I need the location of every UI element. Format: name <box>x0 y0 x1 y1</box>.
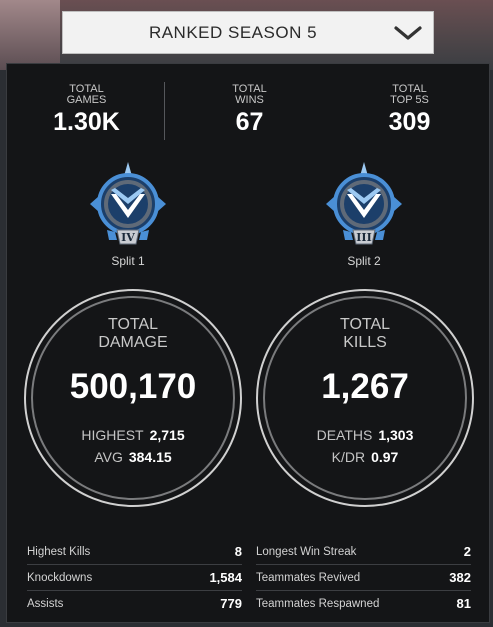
stat-row-teammates-revived: Teammates Revived 382 <box>256 565 471 591</box>
highest-damage-row: HIGHEST 2,715 <box>26 426 240 444</box>
avg-damage-label: AVG <box>94 449 123 465</box>
stat-value: 81 <box>456 596 471 611</box>
stat-label: Assists <box>27 597 64 610</box>
stat-label: Longest Win Streak <box>256 545 357 558</box>
svg-text:IV: IV <box>121 231 135 244</box>
chevron-down-icon <box>383 25 433 41</box>
total-wins: TOTAL WINS 67 <box>207 84 292 137</box>
summary-divider <box>164 82 165 140</box>
split-2-label: Split 2 <box>347 254 381 268</box>
stat-value: 8 <box>234 544 242 559</box>
stat-value: 779 <box>220 596 242 611</box>
stat-row-knockdowns: Knockdowns 1,584 <box>27 565 242 591</box>
stat-row-teammates-respawned: Teammates Respawned 81 <box>256 591 471 616</box>
split-2-badge[interactable]: III Split 2 <box>319 160 409 268</box>
stat-value: 1,584 <box>209 570 242 585</box>
deaths-label: DEATHS <box>316 427 373 443</box>
stats-panel: TOTAL GAMES 1.30K TOTAL WINS 67 TOTAL TO… <box>6 63 490 623</box>
rank-badge-icon: IV <box>90 162 166 245</box>
stat-label: Teammates Respawned <box>256 597 380 610</box>
total-damage-title-line2: DAMAGE <box>98 334 168 351</box>
stat-label: Teammates Revived <box>256 571 361 584</box>
kdr-value: 0.97 <box>371 449 399 465</box>
split-1-badge[interactable]: IV Split 1 <box>83 160 173 268</box>
total-games-value: 1.30K <box>53 108 120 136</box>
total-damage-title: TOTAL DAMAGE <box>26 316 240 352</box>
total-kills-title: TOTAL KILLS <box>258 316 472 352</box>
stat-label: Knockdowns <box>27 571 93 584</box>
total-damage-title-line1: TOTAL <box>107 316 159 333</box>
kdr-label: K/DR <box>331 449 366 465</box>
deaths-row: DEATHS 1,303 <box>258 426 472 444</box>
avg-damage-row: AVG 384.15 <box>26 448 240 466</box>
total-kills-value: 1,267 <box>321 367 409 406</box>
stat-row-highest-kills: Highest Kills 8 <box>27 539 242 565</box>
season-dropdown[interactable]: RANKED SEASON 5 <box>62 11 434 54</box>
total-kills-ring: TOTAL KILLS 1,267 DEATHS 1,303 K/DR 0.97 <box>256 289 474 507</box>
kdr-row: K/DR 0.97 <box>258 448 472 466</box>
total-damage-value: 500,170 <box>69 367 197 406</box>
total-kills-title-line2: KILLS <box>343 334 387 351</box>
stat-row-longest-win-streak: Longest Win Streak 2 <box>256 539 471 565</box>
stat-value: 382 <box>449 570 471 585</box>
svg-text:III: III <box>356 231 371 244</box>
stat-label: Highest Kills <box>27 545 91 558</box>
rank-badge-icon: III <box>326 162 402 245</box>
stat-row-assists: Assists 779 <box>27 591 242 616</box>
split-1-label: Split 1 <box>111 254 145 268</box>
total-wins-value: 67 <box>235 108 264 136</box>
total-top5s-label-bottom: TOP 5S <box>390 94 429 106</box>
highest-damage-value: 2,715 <box>149 427 185 443</box>
deaths-value: 1,303 <box>378 427 414 443</box>
total-top5s-value: 309 <box>388 108 431 136</box>
avg-damage-value: 384.15 <box>128 449 172 465</box>
total-games: TOTAL GAMES 1.30K <box>29 84 144 137</box>
total-top5s: TOTAL TOP 5S 309 <box>362 84 457 137</box>
total-wins-label-bottom: WINS <box>235 94 264 106</box>
total-damage-ring: TOTAL DAMAGE 500,170 HIGHEST 2,715 AVG 384… <box>24 289 242 507</box>
season-dropdown-label: RANKED SEASON 5 <box>148 22 318 42</box>
total-kills-title-line1: TOTAL <box>339 316 391 333</box>
stats-list-right: Longest Win Streak 2 Teammates Revived 3… <box>256 539 471 616</box>
stats-list-left: Highest Kills 8 Knockdowns 1,584 Assists… <box>27 539 242 616</box>
highest-damage-label: HIGHEST <box>81 427 144 443</box>
stat-value: 2 <box>463 544 471 559</box>
total-games-label-bottom: GAMES <box>66 94 107 106</box>
